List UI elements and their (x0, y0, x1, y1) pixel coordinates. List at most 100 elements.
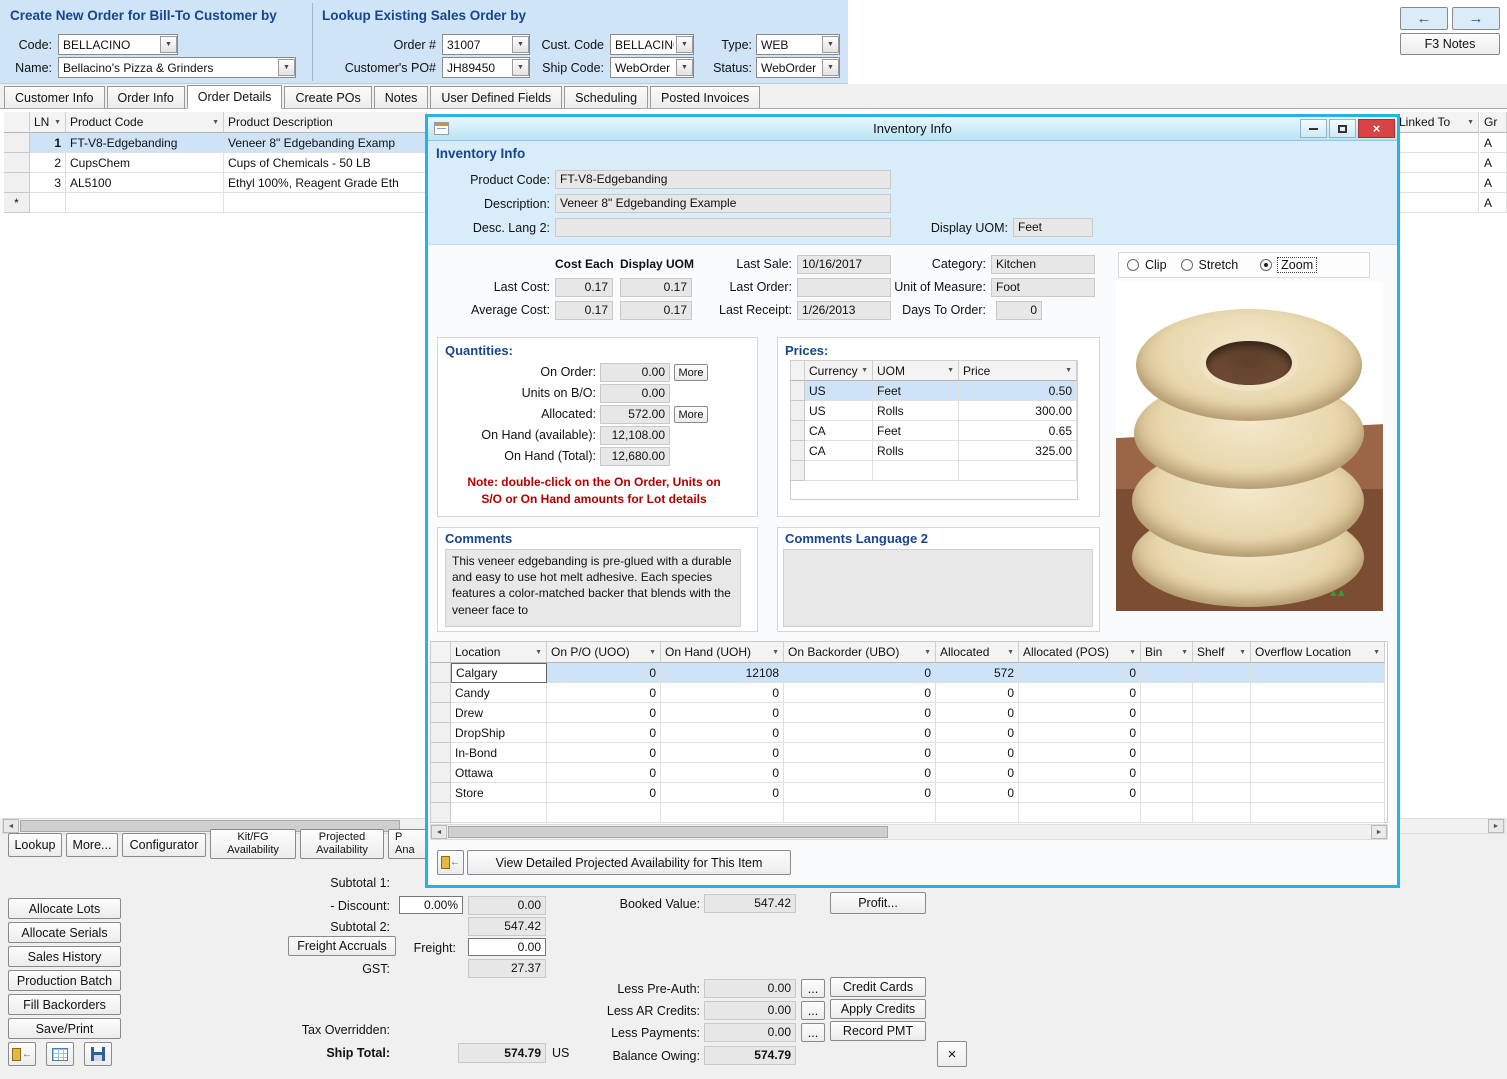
zoom-radio-label[interactable]: Zoom (1278, 258, 1316, 272)
dropdown-arrow-icon[interactable]: ▼ (676, 36, 693, 53)
units-on-bo-field[interactable]: 0.00 (600, 384, 670, 403)
shelf-cell[interactable] (1193, 663, 1251, 683)
dropdown-arrow-icon[interactable]: ▼ (278, 59, 295, 76)
on-hand-cell[interactable]: 0 (661, 743, 784, 763)
payments-more-button[interactable]: ... (801, 1023, 825, 1042)
location-row-selector[interactable] (431, 743, 451, 763)
dropdown-arrow-icon[interactable]: ▼ (676, 59, 693, 76)
tab-posted-invoices[interactable]: Posted Invoices (650, 86, 760, 109)
freight-input[interactable]: 0.00 (468, 938, 546, 956)
filter-arrow-icon[interactable]: ▼ (54, 119, 61, 126)
allocated-pos-cell[interactable]: 0 (1019, 783, 1141, 803)
on-backorder-cell[interactable]: 0 (784, 683, 936, 703)
bin-cell[interactable] (1141, 663, 1193, 683)
kit-fg-availability-button[interactable]: Kit/FG Availability (210, 829, 296, 859)
scrollbar-thumb[interactable] (448, 826, 888, 838)
scroll-right-button[interactable]: ► (1488, 819, 1504, 833)
last-sale-field[interactable]: 10/16/2017 (797, 255, 891, 274)
price-col-price[interactable]: Price▼ (959, 361, 1077, 381)
price-empty-cell[interactable] (805, 461, 873, 481)
overflow-cell[interactable] (1251, 703, 1385, 723)
allocated-pos-cell[interactable]: 0 (1019, 743, 1141, 763)
product-description-cell[interactable]: Veneer 8" Edgebanding Examp (224, 133, 427, 153)
column-header-product-code[interactable]: Product Code▼ (66, 112, 224, 133)
ship-code-combo[interactable]: WebOrder ▼ (610, 57, 694, 78)
allocated-cell[interactable]: 0 (936, 723, 1019, 743)
overflow-cell[interactable] (1251, 763, 1385, 783)
filter-arrow-icon[interactable]: ▼ (1065, 367, 1072, 374)
average-cost-field[interactable]: 0.17 (555, 301, 613, 320)
location-empty-cell[interactable] (1193, 803, 1251, 823)
on-backorder-cell[interactable]: 0 (784, 763, 936, 783)
shelf-cell[interactable] (1193, 703, 1251, 723)
product-code-cell[interactable]: CupsChem (66, 153, 224, 173)
record-pmt-button[interactable]: Record PMT (830, 1021, 926, 1041)
loc-col-shelf[interactable]: Shelf▼ (1193, 642, 1251, 663)
product-code-field[interactable]: FT-V8-Edgebanding (555, 170, 891, 189)
configurator-button[interactable]: Configurator (122, 833, 206, 857)
on-po-cell[interactable]: 0 (547, 783, 661, 803)
location-row-selector[interactable] (431, 683, 451, 703)
filter-arrow-icon[interactable]: ▼ (1373, 649, 1380, 656)
product-code-cell[interactable] (66, 193, 224, 213)
filter-arrow-icon[interactable]: ▼ (1129, 649, 1136, 656)
f3-notes-button[interactable]: F3 Notes (1400, 33, 1500, 55)
location-cell[interactable]: Drew (451, 703, 547, 723)
row-selector[interactable] (4, 153, 30, 173)
product-code-cell[interactable]: FT-V8-Edgebanding (66, 133, 224, 153)
row-selector-header[interactable] (4, 112, 30, 133)
loc-col-allocated[interactable]: Allocated▼ (936, 642, 1019, 663)
shelf-cell[interactable] (1193, 763, 1251, 783)
allocate-lots-button[interactable]: Allocate Lots (8, 898, 121, 919)
gr-cell[interactable]: A (1480, 133, 1507, 153)
on-hand-cell[interactable]: 12108 (661, 663, 784, 683)
product-code-cell[interactable]: AL5100 (66, 173, 224, 193)
close-button[interactable]: × (1358, 119, 1395, 138)
last-cost-field[interactable]: 0.17 (555, 278, 613, 297)
ship-total-value-field[interactable]: 574.79 (458, 1043, 546, 1063)
on-po-cell[interactable]: 0 (547, 723, 661, 743)
on-po-cell[interactable]: 0 (547, 743, 661, 763)
allocated-pos-cell[interactable]: 0 (1019, 723, 1141, 743)
dialog-title-bar[interactable]: Inventory Info × (428, 117, 1397, 141)
product-description-cell[interactable]: Cups of Chemicals - 50 LB (224, 153, 427, 173)
on-backorder-cell[interactable]: 0 (784, 783, 936, 803)
loc-col-on-po[interactable]: On P/O (UOO)▼ (547, 642, 661, 663)
average-cost-uom-field[interactable]: 0.17 (620, 301, 692, 320)
filter-arrow-icon[interactable]: ▼ (649, 649, 656, 656)
on-po-cell[interactable]: 0 (547, 763, 661, 783)
filter-arrow-icon[interactable]: ▼ (772, 649, 779, 656)
price-currency-cell[interactable]: US (805, 381, 873, 401)
customer-code-combo[interactable]: BELLACINO ▼ (58, 34, 178, 55)
cust-code-combo[interactable]: BELLACINO ▼ (610, 34, 694, 55)
on-hand-total-field[interactable]: 12,680.00 (600, 447, 670, 466)
allocated-pos-cell[interactable]: 0 (1019, 663, 1141, 683)
overflow-cell[interactable] (1251, 723, 1385, 743)
stretch-radio[interactable] (1181, 259, 1193, 271)
product-description-cell[interactable] (224, 193, 427, 213)
credit-cards-button[interactable]: Credit Cards (830, 977, 926, 997)
price-currency-cell[interactable]: CA (805, 421, 873, 441)
pre-auth-value-field[interactable]: 0.00 (704, 979, 796, 998)
last-cost-uom-field[interactable]: 0.17 (620, 278, 692, 297)
freight-accruals-button[interactable]: Freight Accruals (288, 936, 396, 956)
price-row-selector[interactable] (791, 421, 805, 441)
price-price-cell[interactable]: 0.50 (959, 381, 1077, 401)
location-empty-cell[interactable] (661, 803, 784, 823)
last-receipt-field[interactable]: 1/26/2013 (797, 301, 891, 320)
save-button[interactable] (84, 1042, 112, 1066)
location-empty-cell[interactable] (1251, 803, 1385, 823)
tab-create-pos[interactable]: Create POs (284, 86, 371, 109)
row-selector[interactable] (4, 133, 30, 153)
price-row-selector[interactable] (791, 401, 805, 421)
new-row-selector[interactable]: * (4, 193, 30, 213)
column-header-linked-to[interactable]: Linked To▼ (1395, 112, 1479, 133)
location-empty-cell[interactable] (936, 803, 1019, 823)
fill-backorders-button[interactable]: Fill Backorders (8, 994, 121, 1015)
maximize-button[interactable] (1329, 119, 1356, 138)
balance-owing-field[interactable]: 574.79 (704, 1046, 796, 1065)
linked-to-cell[interactable] (1395, 133, 1479, 153)
shelf-cell[interactable] (1193, 783, 1251, 803)
shelf-cell[interactable] (1193, 743, 1251, 763)
tab-order-details[interactable]: Order Details (187, 85, 283, 109)
